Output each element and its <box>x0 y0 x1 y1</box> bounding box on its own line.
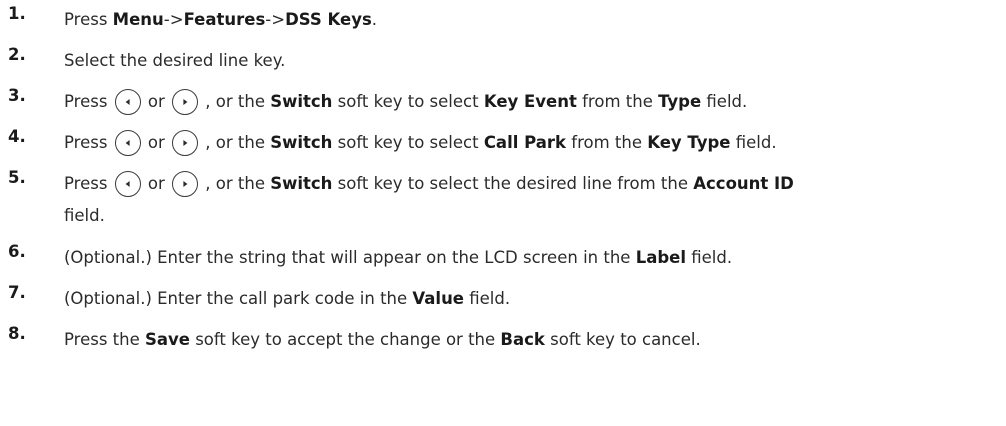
left-key-icon <box>114 170 141 197</box>
step-number: 6. <box>8 242 26 261</box>
ui-term: Key Type <box>647 133 731 152</box>
instruction-text: Press <box>64 133 113 152</box>
ui-term: Back <box>500 330 545 349</box>
step-text: (Optional.) Enter the string that will a… <box>64 242 1006 274</box>
instruction-text: , or the <box>200 174 271 193</box>
instruction-text: field. <box>686 248 733 267</box>
step-number: 4. <box>8 127 26 146</box>
right-key-icon <box>172 170 199 197</box>
right-key-icon <box>172 129 199 156</box>
ui-term: DSS Keys <box>285 10 372 29</box>
step-text: Select the desired line key. <box>64 45 1006 77</box>
instruction-text: -> <box>163 10 184 29</box>
instruction-text: from the <box>576 92 659 111</box>
ui-term: Switch <box>270 92 333 111</box>
step-text: Press or , or the Switch soft key to sel… <box>64 168 1006 232</box>
instruction-text: soft key to select the desired line from… <box>332 174 694 193</box>
instruction-text: Press <box>64 174 113 193</box>
ui-term: Switch <box>270 133 333 152</box>
instruction-text: -> <box>265 10 286 29</box>
step-number: 8. <box>8 324 26 343</box>
instruction-text: or <box>142 133 171 152</box>
step-text: Press the Save soft key to accept the ch… <box>64 324 1006 356</box>
instruction-text: field. <box>64 206 105 225</box>
instruction-text: field. <box>701 92 748 111</box>
instruction-text: field. <box>464 289 511 308</box>
instruction-text: from the <box>566 133 648 152</box>
instruction-text: , or the <box>200 92 271 111</box>
instruction-text: (Optional.) Enter the string that will a… <box>64 248 636 267</box>
ui-term: Key Event <box>483 92 577 111</box>
right-key-icon <box>172 88 199 115</box>
left-key-icon <box>114 88 141 115</box>
instruction-text: Press <box>64 10 113 29</box>
instruction-text: field. <box>730 133 777 152</box>
instruction-text: soft key to select <box>332 92 484 111</box>
ui-term: Call Park <box>483 133 567 152</box>
step-text: (Optional.) Enter the call park code in … <box>64 283 1006 315</box>
step-text: Press or , or the Switch soft key to sel… <box>64 127 1006 159</box>
ui-term: Account ID <box>693 174 794 193</box>
step-number: 1. <box>8 4 26 23</box>
instruction-text: Press the <box>64 330 145 349</box>
instruction-text: soft key to cancel. <box>544 330 701 349</box>
instruction-text: Select the desired line key. <box>64 51 286 70</box>
step-number: 7. <box>8 283 26 302</box>
instruction-text: Press <box>64 92 113 111</box>
ui-term: Switch <box>270 174 333 193</box>
step-text: Press or , or the Switch soft key to sel… <box>64 86 1006 118</box>
ui-term: Label <box>635 248 686 267</box>
step-text: Press Menu->Features->DSS Keys. <box>64 4 1006 36</box>
step-number: 5. <box>8 168 26 187</box>
step-number: 2. <box>8 45 26 64</box>
ui-term: Menu <box>112 10 164 29</box>
ui-term: Type <box>658 92 702 111</box>
instruction-text: (Optional.) Enter the call park code in … <box>64 289 413 308</box>
instruction-text: , or the <box>200 133 271 152</box>
step-number: 3. <box>8 86 26 105</box>
instruction-text: soft key to select <box>332 133 484 152</box>
ui-term: Save <box>145 330 190 349</box>
ui-term: Features <box>183 10 266 29</box>
instruction-text: soft key to accept the change or the <box>189 330 501 349</box>
left-key-icon <box>114 129 141 156</box>
instruction-text: . <box>371 10 378 29</box>
instruction-text: or <box>142 92 171 111</box>
procedure-steps: 1. Press Menu->Features->DSS Keys. 2. Se… <box>0 0 1006 426</box>
instruction-text: or <box>142 174 171 193</box>
ui-term: Value <box>412 289 465 308</box>
